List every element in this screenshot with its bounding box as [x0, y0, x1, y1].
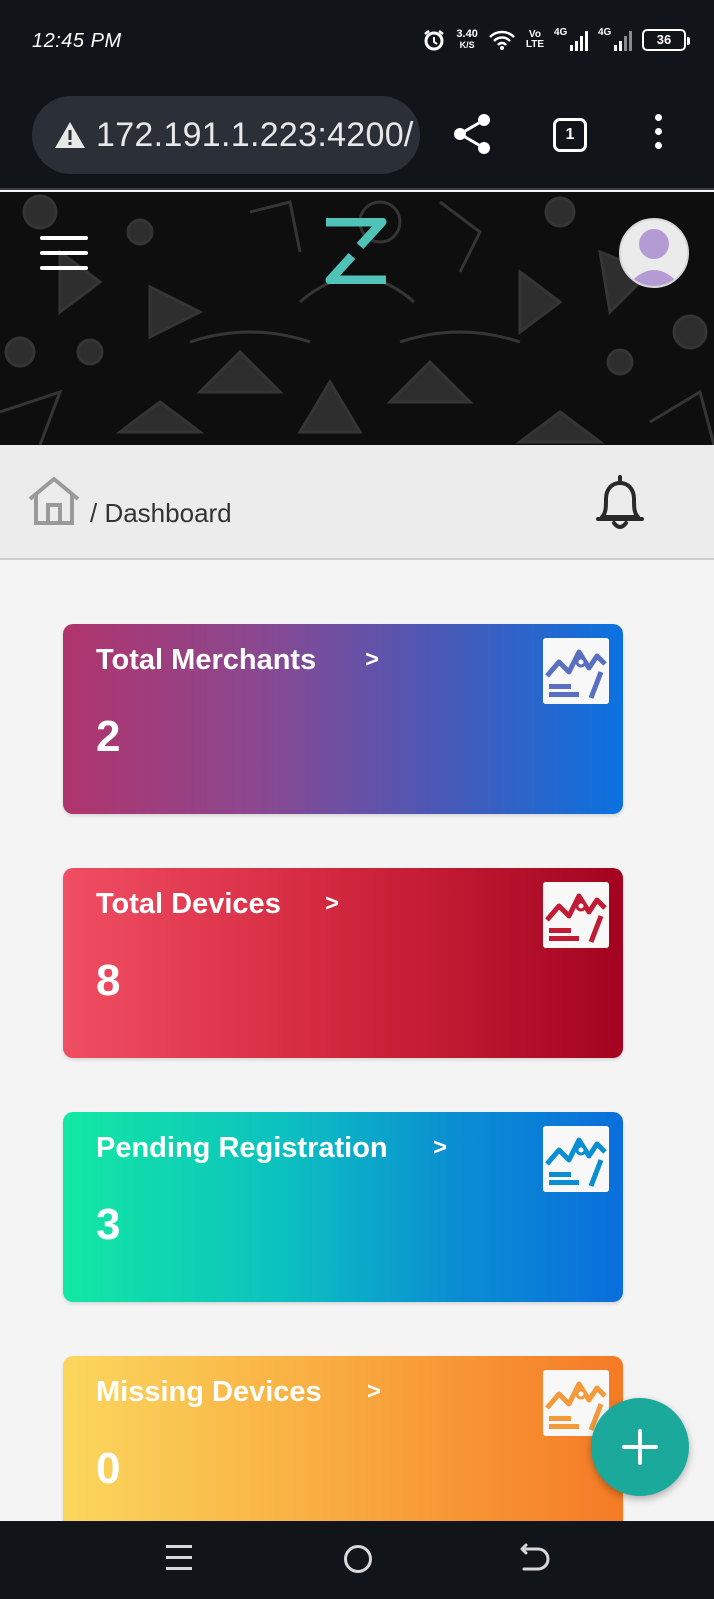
tab-switcher-button[interactable]: 1 [553, 118, 587, 152]
overflow-menu-icon[interactable] [650, 114, 666, 158]
hamburger-menu-icon[interactable] [40, 236, 88, 272]
user-icon [627, 229, 681, 286]
breadcrumb-current: / Dashboard [90, 498, 232, 528]
app-logo-icon [325, 218, 387, 284]
add-button[interactable] [591, 1398, 689, 1496]
warning-icon [55, 122, 85, 148]
system-navigation-bar [0, 1521, 714, 1599]
volte-indicator: Vo LTE [525, 29, 544, 50]
analytics-icon [543, 638, 609, 704]
card-title: Pending Registration [96, 1132, 388, 1164]
analytics-icon [543, 1126, 609, 1192]
home-icon[interactable] [26, 475, 82, 527]
status-bar: 12:45 PM 3.40 K/S Vo LTE 4G 4G 36 [0, 0, 714, 82]
card-total-devices[interactable]: Total Devices > 8 [63, 868, 623, 1058]
share-icon[interactable] [450, 112, 494, 156]
back-icon[interactable] [520, 1543, 550, 1577]
chevron-right-icon: > [433, 1134, 448, 1161]
signal-icon-2: 4G [598, 27, 632, 51]
status-time: 12:45 PM [32, 30, 122, 52]
card-missing-devices[interactable]: Missing Devices > 0 [63, 1356, 623, 1526]
address-bar[interactable]: 172.191.1.223:4200/ [32, 96, 420, 174]
home-button-icon[interactable] [344, 1545, 372, 1573]
signal-icon-1: 4G [554, 27, 588, 51]
app-header [0, 192, 714, 445]
card-total-merchants[interactable]: Total Merchants > 2 [63, 624, 623, 814]
recent-apps-icon[interactable] [166, 1545, 192, 1573]
card-value: 8 [96, 956, 121, 1005]
browser-toolbar: 172.191.1.223:4200/ 1 [0, 82, 714, 190]
card-pending-registration[interactable]: Pending Registration > 3 [63, 1112, 623, 1302]
chevron-right-icon: > [367, 1378, 382, 1405]
status-icons: 3.40 K/S Vo LTE 4G 4G 36 [422, 24, 690, 56]
wifi-icon [488, 30, 515, 50]
card-value: 2 [96, 712, 121, 761]
breadcrumb: / Dashboard [0, 445, 714, 560]
battery-icon: 36 [642, 29, 690, 51]
card-title: Total Devices [96, 888, 281, 920]
network-speed: 3.40 K/S [456, 28, 478, 51]
card-value: 0 [96, 1444, 121, 1493]
user-avatar[interactable] [619, 218, 689, 288]
card-value: 3 [96, 1200, 121, 1249]
analytics-icon [543, 882, 609, 948]
chevron-right-icon: > [365, 646, 380, 673]
alarm-icon [424, 30, 445, 51]
notification-bell-icon[interactable] [592, 473, 648, 535]
url-text: 172.191.1.223:4200/ [96, 116, 414, 154]
chevron-right-icon: > [325, 890, 340, 917]
card-title: Total Merchants [96, 644, 317, 676]
plus-icon [622, 1429, 658, 1465]
card-title: Missing Devices [96, 1376, 322, 1408]
